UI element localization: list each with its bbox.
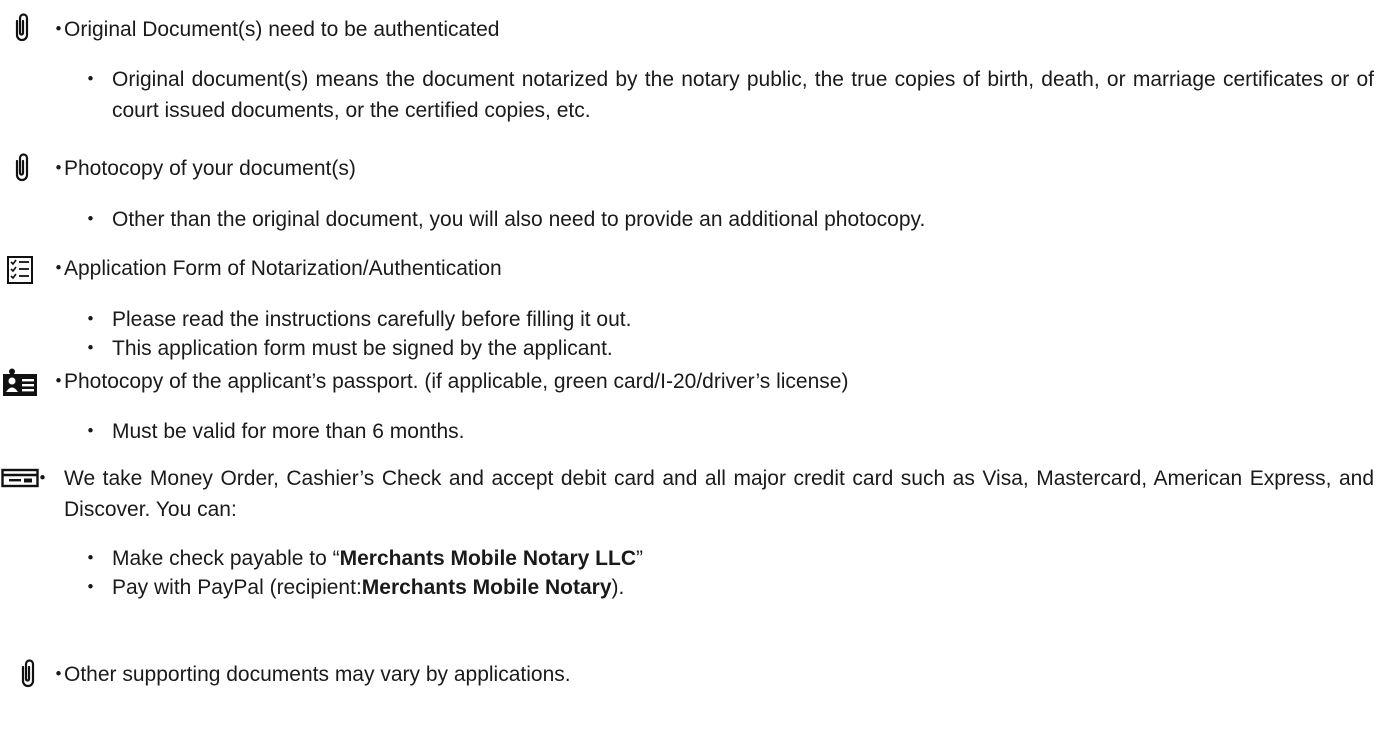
item-text: ・Other supporting documents may vary by … (48, 663, 571, 686)
item-text: ・Original Document(s) need to be authent… (48, 18, 500, 41)
sub-item: ・ Original document(s) means the document… (80, 68, 1374, 122)
sub-item: ・ Must be valid for more than 6 months. (80, 420, 465, 443)
sub-item: ・ Please read the instructions carefully … (80, 308, 632, 331)
item-text: ・Application Form of Notarization/Authen… (48, 257, 502, 280)
item-text: ・ We take Money Order, Cashier’s Check an… (32, 467, 1374, 521)
paperclip-icon (2, 10, 42, 46)
id-card-icon (0, 365, 40, 401)
payee-name: Merchants Mobile Notary LLC (339, 547, 636, 570)
sub-item: ・ This application form must be signed by… (80, 337, 613, 360)
item-text: ・Photocopy of your document(s) (48, 157, 356, 180)
paperclip-icon (2, 150, 42, 186)
checklist-icon (0, 252, 40, 288)
sub-item: ・ Make check payable to “Merchants Mobile… (80, 547, 643, 570)
sub-item: ・ Other than the original document, you w… (80, 208, 926, 231)
paypal-recipient: Merchants Mobile Notary (361, 576, 612, 599)
paperclip-icon (8, 656, 48, 692)
sub-item: ・ Pay with PayPal (recipient:Merchants Mo… (80, 576, 625, 599)
item-text: ・Photocopy of the applicant’s passport. … (48, 370, 849, 393)
